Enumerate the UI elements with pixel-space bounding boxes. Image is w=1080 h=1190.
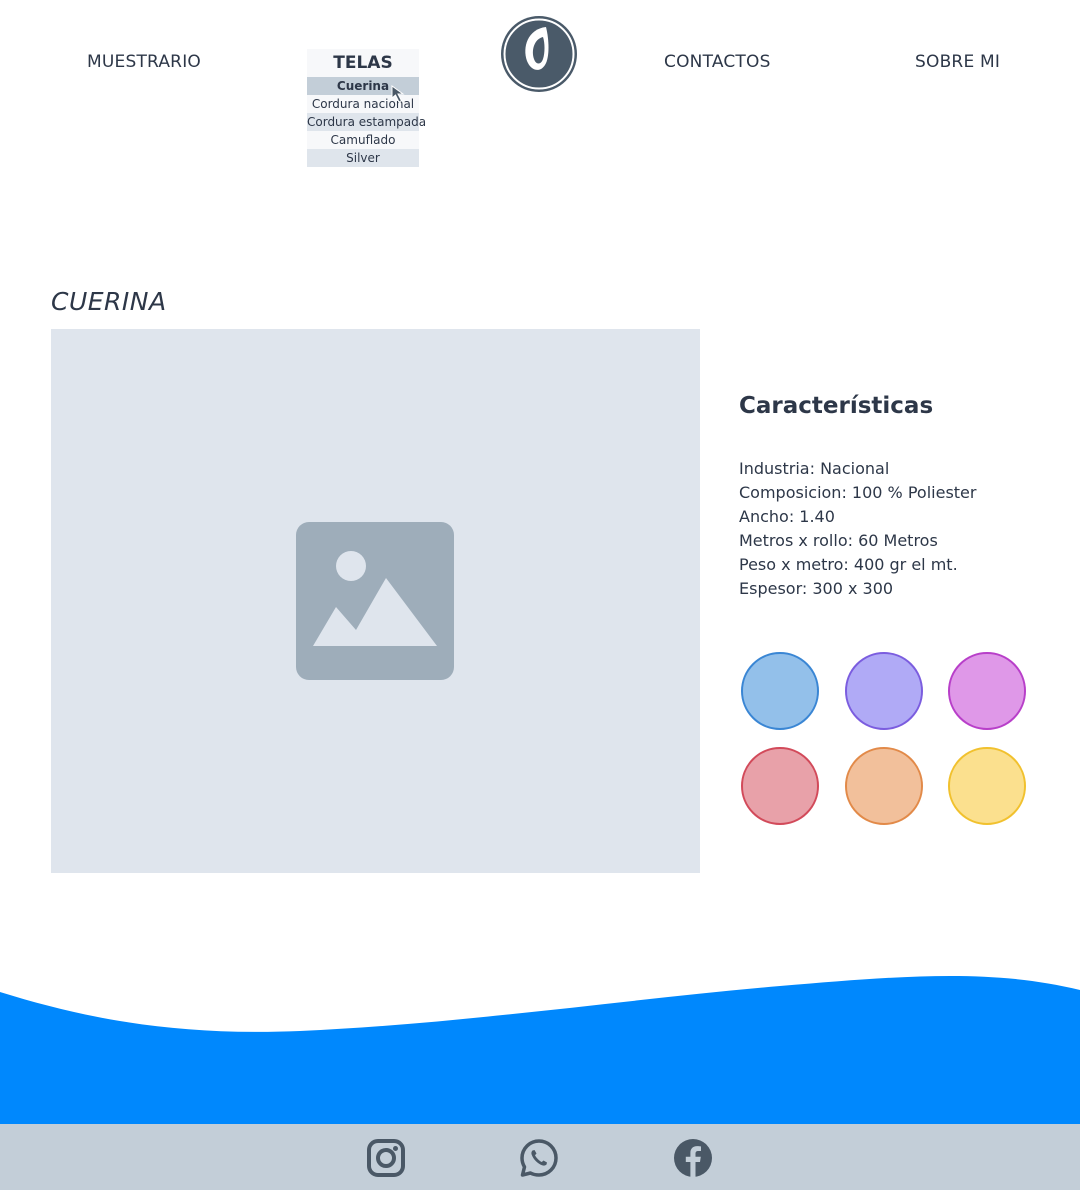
image-placeholder-icon	[296, 522, 454, 680]
mouse-cursor-icon	[391, 85, 405, 103]
nav-muestrario[interactable]: MUESTRARIO	[87, 52, 201, 72]
menu-item-cordura-estampada[interactable]: Cordura estampada	[307, 113, 426, 131]
characteristic-espesor: Espesor: 300 x 300	[739, 579, 894, 598]
color-swatch-yellow[interactable]	[948, 747, 1026, 825]
facebook-icon[interactable]	[673, 1138, 713, 1178]
footer	[0, 1124, 1080, 1190]
color-swatch-blue[interactable]	[741, 652, 819, 730]
whatsapp-icon[interactable]	[519, 1138, 559, 1178]
instagram-icon[interactable]	[366, 1138, 406, 1178]
product-image-placeholder	[51, 329, 700, 873]
characteristics-title: Características	[739, 393, 934, 419]
color-swatch-orange[interactable]	[845, 747, 923, 825]
page-title: CUERINA	[51, 287, 167, 316]
color-swatch-red[interactable]	[741, 747, 819, 825]
characteristics-list: Industria: Nacional Composicion: 100 % P…	[739, 457, 976, 601]
menu-item-silver[interactable]: Silver	[307, 149, 419, 167]
logo-icon[interactable]	[500, 15, 578, 93]
menu-item-camuflado[interactable]: Camuflado	[307, 131, 419, 149]
footer-wave	[0, 975, 1080, 1125]
color-swatch-magenta[interactable]	[948, 652, 1026, 730]
characteristic-industria: Industria: Nacional	[739, 459, 890, 478]
nav-telas[interactable]: TELAS	[307, 49, 419, 77]
nav-contactos[interactable]: CONTACTOS	[664, 52, 771, 72]
characteristic-metros: Metros x rollo: 60 Metros	[739, 531, 938, 550]
characteristic-composicion: Composicion: 100 % Poliester	[739, 483, 977, 502]
nav-sobre-mi[interactable]: SOBRE MI	[915, 52, 1000, 72]
characteristic-peso: Peso x metro: 400 gr el mt.	[739, 555, 958, 574]
characteristic-ancho: Ancho: 1.40	[739, 507, 835, 526]
telas-dropdown[interactable]: TELAS Cuerina Cordura nacional Cordura e…	[307, 49, 426, 167]
color-swatch-purple[interactable]	[845, 652, 923, 730]
